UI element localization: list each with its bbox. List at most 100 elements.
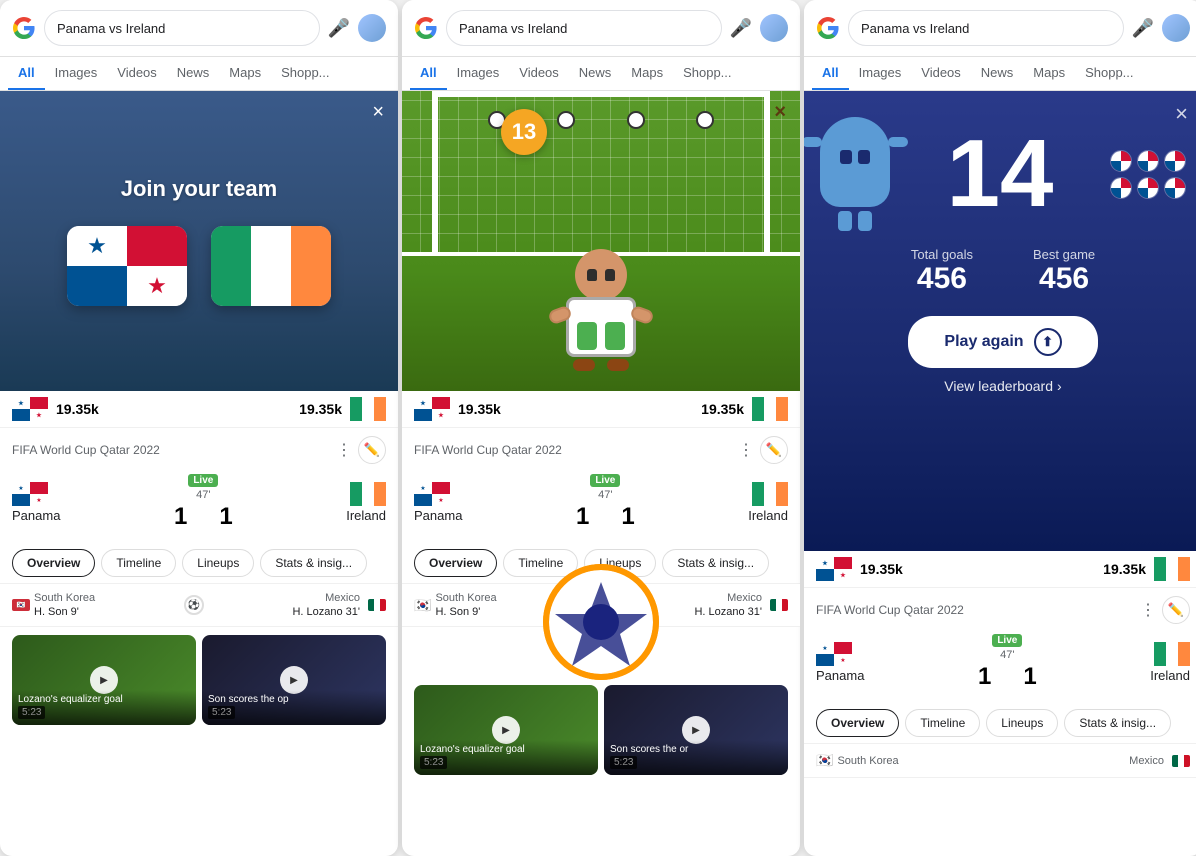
team-panama-block-1: ★ ★ Panama	[12, 482, 60, 523]
close-button-2[interactable]: ×	[774, 101, 786, 124]
match-edit-3[interactable]: ✏️	[1162, 596, 1190, 624]
share-icon[interactable]: ⬆	[1034, 328, 1062, 356]
tab-maps-1[interactable]: Maps	[219, 57, 271, 90]
match-header-2: FIFA World Cup Qatar 2022 ⋮ ✏️	[414, 436, 788, 464]
video-thumb-2-1[interactable]: ▶ 5:23 Lozano's equalizer goal	[414, 685, 598, 775]
video-thumb-1-2[interactable]: ▶ 5:23 Son scores the op	[202, 635, 386, 725]
avatar-3[interactable]	[1162, 14, 1190, 42]
tab-all-2[interactable]: All	[410, 57, 447, 90]
left-score-1: 19.35k	[56, 401, 99, 417]
tab-videos-1[interactable]: Videos	[107, 57, 167, 90]
tab-shop-1[interactable]: Shopp...	[271, 57, 339, 90]
tab-lineups-1[interactable]: Lineups	[182, 549, 254, 577]
videos-row-2: ▶ 5:23 Lozano's equalizer goal ▶ 5:23 So…	[402, 677, 800, 783]
tab-overview-2[interactable]: Overview	[414, 549, 497, 577]
match-menu-3[interactable]: ⋮	[1140, 600, 1156, 620]
mic-icon-3[interactable]: 🎤	[1132, 18, 1154, 39]
tab-videos-3[interactable]: Videos	[911, 57, 971, 90]
avatar-1[interactable]	[358, 14, 386, 42]
match-menu-2[interactable]: ⋮	[738, 440, 754, 460]
play-again-button[interactable]: Play again ⬆	[908, 316, 1097, 368]
team-ireland-name-1: Ireland	[346, 508, 386, 523]
goalkeeper-char-2	[566, 249, 636, 371]
tab-news-3[interactable]: News	[971, 57, 1024, 90]
tab-videos-2[interactable]: Videos	[509, 57, 569, 90]
goal-country-right-1: Mexico	[325, 592, 360, 604]
tab-stats-1[interactable]: Stats & insig...	[260, 549, 367, 577]
video-thumb-1-1[interactable]: ▶ 5:23 Lozano's equalizer goal	[12, 635, 196, 725]
match-edit-1[interactable]: ✏️	[358, 436, 386, 464]
ireland-flag-match-3	[1154, 642, 1190, 666]
nav-tabs-2: All Images Videos News Maps Shopp...	[402, 57, 800, 91]
match-section-1: FIFA World Cup Qatar 2022 ⋮ ✏️ ★ ★ Panam…	[0, 428, 398, 543]
mexico-flag-1	[368, 599, 386, 611]
tab-maps-3[interactable]: Maps	[1023, 57, 1075, 90]
tab-timeline-3[interactable]: Timeline	[905, 709, 980, 737]
mic-icon-2[interactable]: 🎤	[730, 18, 752, 39]
panama-flag: ★ ★	[67, 226, 187, 306]
tab-all-3[interactable]: All	[812, 57, 849, 90]
soccer-ball-overlay-2[interactable]	[541, 562, 661, 687]
tab-images-1[interactable]: Images	[45, 57, 108, 90]
video-thumb-2-2[interactable]: ▶ 5:23 Son scores the or	[604, 685, 788, 775]
tab-lineups-3[interactable]: Lineups	[986, 709, 1058, 737]
search-input-1[interactable]: Panama vs Ireland	[44, 10, 320, 46]
tab-news-2[interactable]: News	[569, 57, 622, 90]
ireland-flag-match-1	[350, 482, 386, 506]
tab-overview-1[interactable]: Overview	[12, 549, 95, 577]
ireland-flag-card[interactable]	[211, 226, 331, 306]
ireland-flag-scorebar-2	[752, 397, 788, 421]
tab-images-3[interactable]: Images	[849, 57, 912, 90]
total-goals-value: 456	[911, 262, 973, 296]
ireland-flag-scorebar-3	[1154, 557, 1190, 581]
match-score-row-1: ★ ★ Panama Live 47' 1 1	[12, 470, 386, 535]
team-ireland-name-2: Ireland	[748, 508, 788, 523]
ireland-flag-scorebar-1	[350, 397, 386, 421]
goals-row-1: 🇰🇷 South Korea H. Son 9' ⚽ Mexico H. Loz…	[0, 584, 398, 627]
tab-shop-2[interactable]: Shopp...	[673, 57, 741, 90]
score-bar-right-3: 19.35k	[1103, 557, 1190, 581]
tab-news-1[interactable]: News	[167, 57, 220, 90]
score-bar-3: ★ ★ 19.35k 19.35k	[804, 551, 1196, 588]
match-header-1: FIFA World Cup Qatar 2022 ⋮ ✏️	[12, 436, 386, 464]
score-digits-2: 1 1	[576, 503, 635, 531]
match-edit-2[interactable]: ✏️	[760, 436, 788, 464]
play-again-label: Play again	[944, 333, 1023, 351]
search-input-2[interactable]: Panama vs Ireland	[446, 10, 722, 46]
tab-images-2[interactable]: Images	[447, 57, 510, 90]
score2-2: 1	[621, 503, 634, 531]
avatar-2[interactable]	[760, 14, 788, 42]
sp-tl: ★	[12, 397, 30, 409]
team-panama-name-2: Panama	[414, 508, 462, 523]
google-logo-2	[414, 16, 438, 40]
team-panama-block-2: ★ ★ Panama	[414, 482, 462, 523]
match-tournament-1: FIFA World Cup Qatar 2022	[12, 443, 160, 457]
mic-icon-1[interactable]: 🎤	[328, 18, 350, 39]
big-number-3: 14	[947, 126, 1054, 222]
search-input-3[interactable]: Panama vs Ireland	[848, 10, 1124, 46]
goal-left-3: 🇰🇷 South Korea	[816, 752, 899, 769]
close-button-1[interactable]: ×	[372, 101, 384, 124]
mexico-flag-2	[770, 599, 788, 611]
panama-flag-card[interactable]: ★ ★	[67, 226, 187, 306]
goal-player-left-1: H. Son 9'	[34, 606, 95, 618]
match-menu-1[interactable]: ⋮	[336, 440, 352, 460]
tab-maps-2[interactable]: Maps	[621, 57, 673, 90]
team-ireland-block-3: Ireland	[1150, 642, 1190, 683]
tab-overview-3[interactable]: Overview	[816, 709, 899, 737]
game-results-overlay: × 14	[804, 91, 1196, 551]
goal-player-right-1: H. Lozano 31'	[292, 606, 360, 618]
tab-stats-2[interactable]: Stats & insig...	[662, 549, 769, 577]
tab-shop-3[interactable]: Shopp...	[1075, 57, 1143, 90]
tab-stats-3[interactable]: Stats & insig...	[1064, 709, 1171, 737]
pf-bottomright: ★	[127, 266, 187, 306]
view-leaderboard-link[interactable]: View leaderboard ›	[944, 378, 1061, 394]
best-game-label: Best game	[1033, 247, 1095, 262]
search-query-1: Panama vs Ireland	[57, 21, 165, 36]
best-game-stat: Best game 456	[1033, 247, 1095, 296]
tab-all-1[interactable]: All	[8, 57, 45, 90]
video-caption-2-1: Lozano's equalizer goal	[414, 740, 598, 775]
close-button-3[interactable]: ×	[1175, 101, 1188, 127]
pf-bottomleft	[67, 266, 127, 306]
tab-timeline-1[interactable]: Timeline	[101, 549, 176, 577]
